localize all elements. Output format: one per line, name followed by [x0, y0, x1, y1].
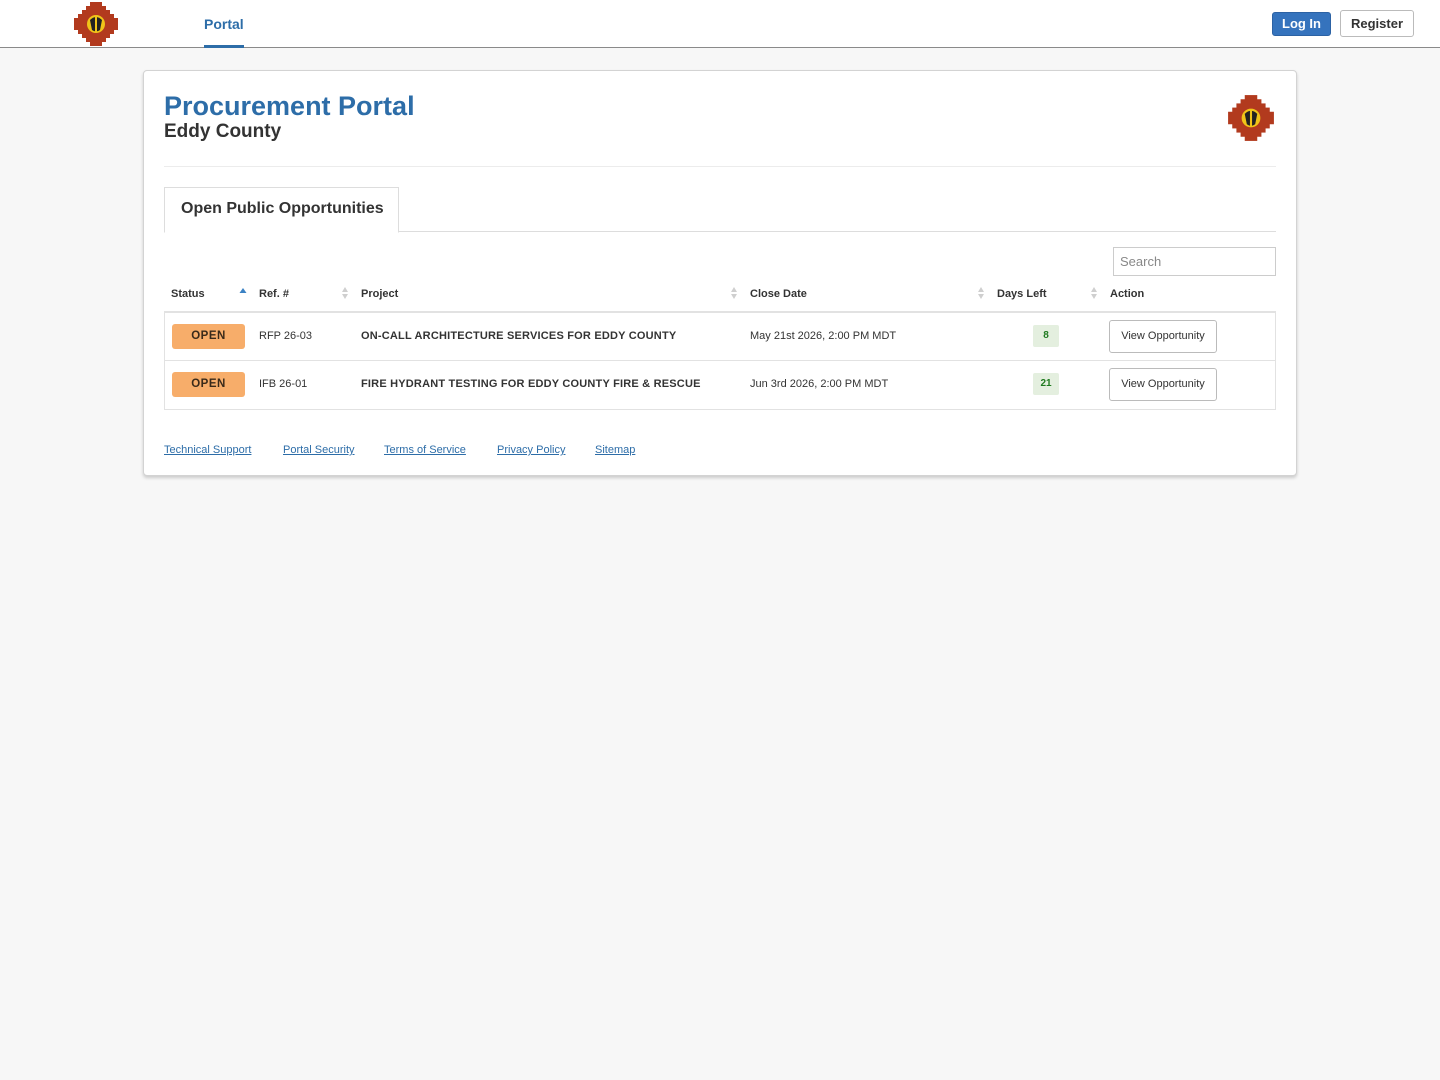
ref-number: RFP 26-03	[259, 330, 312, 342]
column-header-project[interactable]: Project	[361, 288, 398, 300]
page-title: Procurement Portal	[164, 91, 415, 121]
divider	[164, 166, 1276, 167]
search-input[interactable]	[1113, 247, 1276, 276]
row-divider	[164, 360, 1276, 361]
footer-link-privacy-policy[interactable]: Privacy Policy	[497, 444, 565, 456]
view-opportunity-button[interactable]: View Opportunity	[1109, 320, 1217, 353]
status-badge: OPEN	[172, 324, 245, 349]
column-header-status[interactable]: Status	[171, 288, 205, 300]
login-button[interactable]: Log In	[1272, 12, 1331, 36]
footer-link-portal-security[interactable]: Portal Security	[283, 444, 355, 456]
project-name: FIRE HYDRANT TESTING FOR EDDY COUNTY FIR…	[361, 378, 701, 390]
footer-link-sitemap[interactable]: Sitemap	[595, 444, 635, 456]
sort-icon[interactable]	[1090, 285, 1098, 301]
days-left-badge: 21	[1033, 373, 1059, 395]
tab-open-public-opportunities[interactable]: Open Public Opportunities	[164, 187, 399, 233]
sort-icon[interactable]	[341, 285, 349, 301]
register-button[interactable]: Register	[1340, 10, 1414, 37]
days-left-badge: 8	[1033, 325, 1059, 347]
county-seal-icon[interactable]	[72, 0, 120, 48]
status-badge: OPEN	[172, 372, 245, 397]
column-header-days-left[interactable]: Days Left	[997, 288, 1047, 300]
column-header-ref[interactable]: Ref. #	[259, 288, 289, 300]
sort-ascending-icon[interactable]	[239, 285, 247, 301]
portal-card: Procurement Portal Eddy County Open Publ…	[143, 70, 1297, 476]
sort-icon[interactable]	[977, 285, 985, 301]
ref-number: IFB 26-01	[259, 378, 308, 390]
county-seal-icon	[1228, 95, 1274, 141]
top-navbar: Portal Log In Register	[0, 0, 1440, 48]
column-header-action: Action	[1110, 288, 1145, 300]
close-date: May 21st 2026, 2:00 PM MDT	[750, 330, 897, 342]
project-name: ON-CALL ARCHITECTURE SERVICES FOR EDDY C…	[361, 330, 677, 342]
column-header-close-date[interactable]: Close Date	[750, 288, 807, 300]
sort-icon[interactable]	[730, 285, 738, 301]
view-opportunity-button[interactable]: View Opportunity	[1109, 368, 1217, 401]
nav-tab-portal[interactable]: Portal	[204, 0, 244, 48]
close-date: Jun 3rd 2026, 2:00 PM MDT	[750, 378, 889, 390]
footer-link-technical-support[interactable]: Technical Support	[164, 444, 251, 456]
page-subtitle: Eddy County	[164, 121, 282, 142]
footer-link-terms-of-service[interactable]: Terms of Service	[384, 444, 466, 456]
